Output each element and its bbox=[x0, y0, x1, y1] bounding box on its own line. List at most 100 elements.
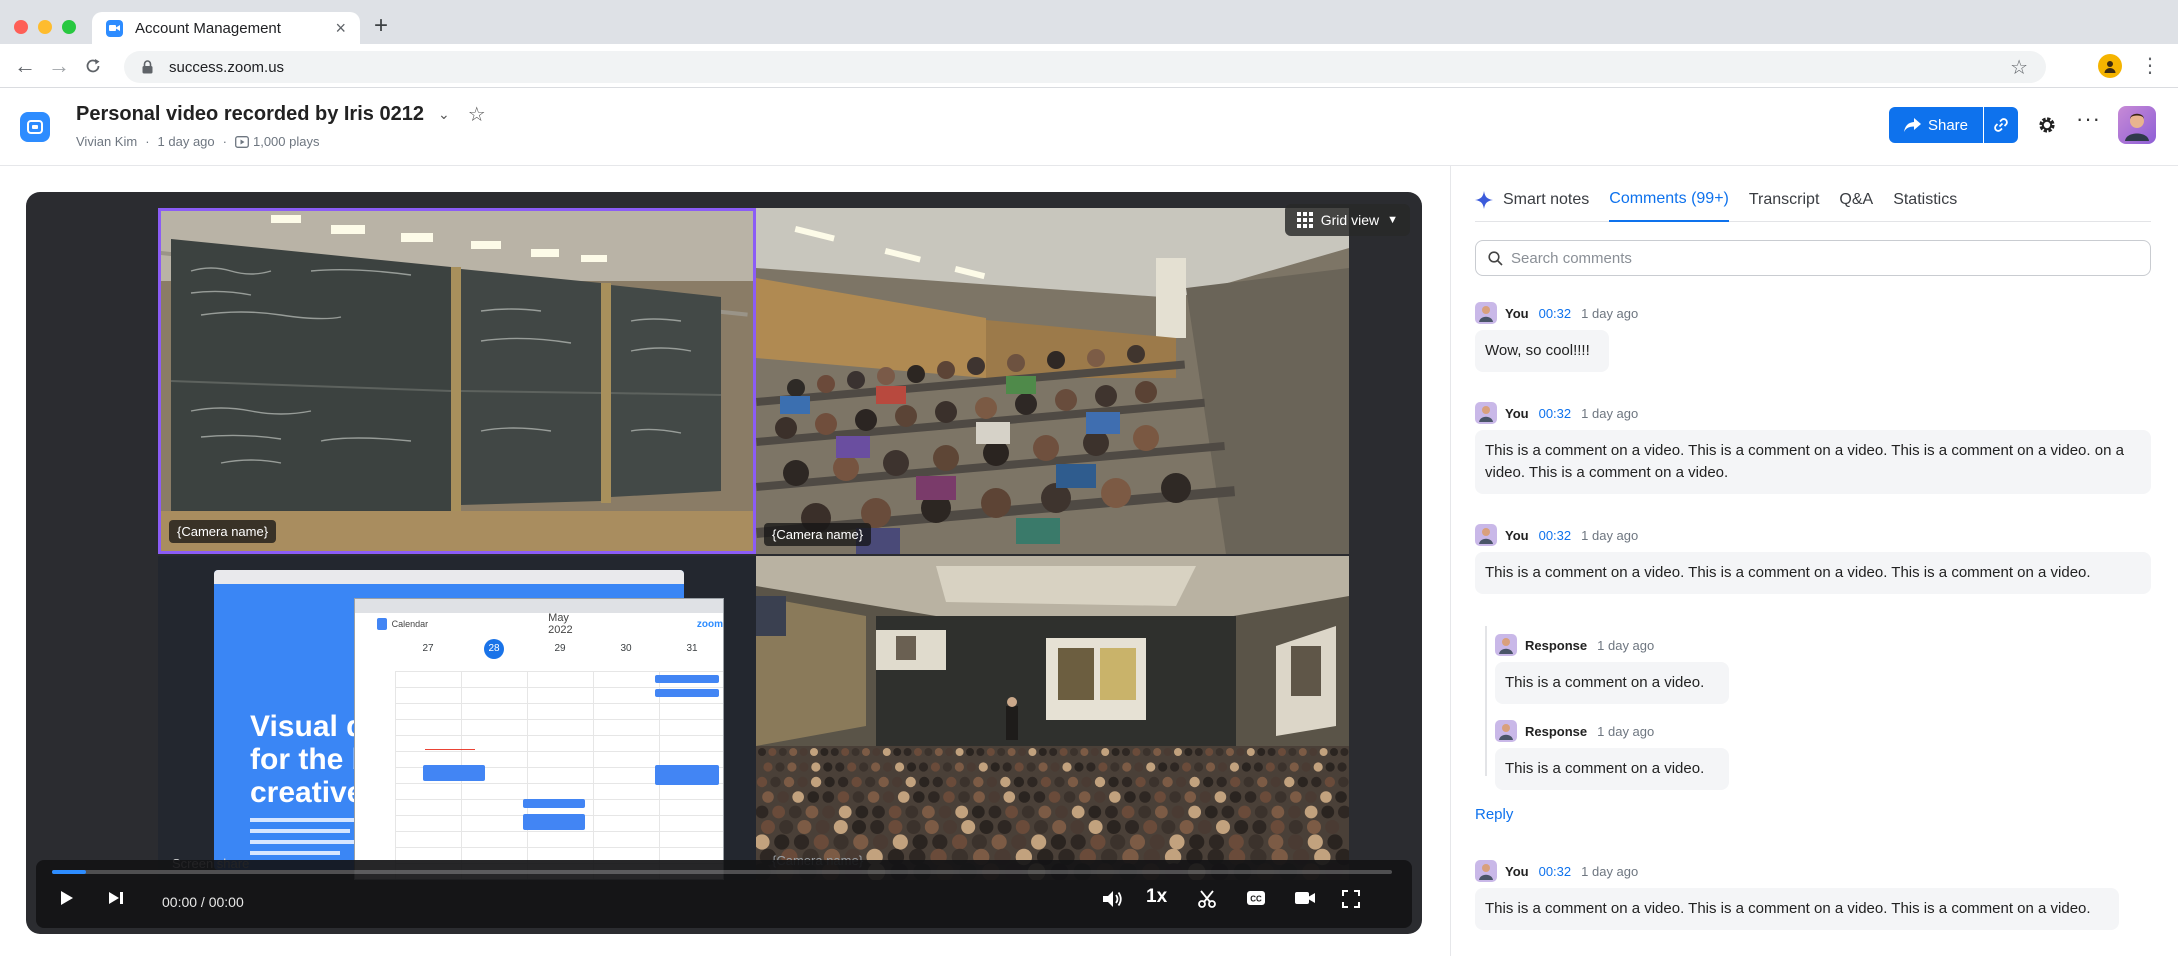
audience-member bbox=[1229, 791, 1242, 803]
new-tab-icon[interactable]: + bbox=[374, 14, 388, 38]
audience-member bbox=[1086, 762, 1096, 772]
play-icon[interactable] bbox=[60, 890, 74, 906]
url-field[interactable]: success.zoom.us ☆ bbox=[124, 51, 2046, 83]
progress-bar[interactable] bbox=[52, 870, 1392, 874]
tab-smart-notes[interactable]: Smart notes bbox=[1475, 178, 1589, 222]
audience-member bbox=[837, 776, 849, 788]
audience-member bbox=[777, 791, 789, 803]
minimize-window-button[interactable] bbox=[38, 20, 52, 34]
user-avatar[interactable] bbox=[2118, 106, 2156, 144]
audience-member bbox=[813, 834, 829, 850]
audience-member bbox=[841, 748, 850, 756]
audience-member bbox=[1215, 748, 1224, 756]
settings-gear-icon[interactable] bbox=[2032, 110, 2062, 140]
browser-menu-icon[interactable]: ⋮ bbox=[2140, 52, 2160, 80]
share-button[interactable]: Share bbox=[1889, 107, 1983, 143]
comments-panel: Smart notes Comments (99+) Transcript Q&… bbox=[1450, 166, 2178, 956]
close-window-button[interactable] bbox=[14, 20, 28, 34]
camera-tile-lecture-hall[interactable]: {Camera name} bbox=[756, 208, 1349, 554]
audience-member bbox=[966, 762, 976, 772]
camera-tile-chalkboard[interactable]: {Camera name} bbox=[158, 208, 756, 554]
volume-icon[interactable] bbox=[1102, 890, 1124, 908]
audience-member bbox=[912, 834, 928, 850]
plays-icon bbox=[235, 135, 249, 148]
screen-share-tile[interactable]: Visual d for the b creative Calendar May… bbox=[158, 556, 756, 880]
audience-member bbox=[1007, 748, 1016, 756]
tab-transcript[interactable]: Transcript bbox=[1749, 178, 1820, 222]
audience-member bbox=[793, 834, 810, 850]
back-icon[interactable]: ← bbox=[14, 52, 36, 80]
audience-member bbox=[882, 748, 891, 756]
comment-header: You 00:32 1 day ago bbox=[1475, 860, 1638, 882]
audience-member bbox=[758, 748, 766, 756]
recording-meta: Vivian Kim · 1 day ago · 1,000 plays bbox=[76, 134, 319, 149]
camera-tile-auditorium[interactable]: {Camera name} bbox=[756, 556, 1349, 880]
reply-link[interactable]: Reply bbox=[1475, 806, 1513, 823]
audience-member bbox=[1105, 805, 1118, 819]
audience-member bbox=[1267, 748, 1276, 756]
audience-member bbox=[955, 805, 969, 819]
skip-next-icon[interactable] bbox=[108, 890, 124, 906]
audience-member bbox=[1015, 820, 1030, 834]
fullscreen-icon[interactable] bbox=[1342, 890, 1360, 908]
commenter-name: You bbox=[1505, 305, 1529, 321]
audience-member bbox=[1238, 805, 1251, 819]
camera-name-label: {Camera name} bbox=[764, 523, 872, 546]
audience-member bbox=[1226, 748, 1234, 756]
reload-icon[interactable] bbox=[84, 52, 102, 82]
close-tab-icon[interactable]: × bbox=[335, 19, 346, 37]
chevron-down-icon: ▼ bbox=[1387, 214, 1398, 226]
closed-captions-icon[interactable]: CC bbox=[1246, 890, 1266, 906]
bookmark-star-icon[interactable]: ☆ bbox=[2010, 55, 2028, 80]
camera-video-icon[interactable] bbox=[1294, 890, 1316, 906]
commenter-name: You bbox=[1505, 527, 1529, 543]
audience-member bbox=[1081, 776, 1092, 788]
grid-view-button[interactable]: Grid view ▼ bbox=[1284, 204, 1410, 236]
audience-member bbox=[1301, 762, 1311, 772]
trim-scissors-icon[interactable] bbox=[1198, 890, 1216, 908]
favorite-star-icon[interactable]: ☆ bbox=[468, 102, 486, 127]
audience-member bbox=[1013, 776, 1025, 788]
audience-member bbox=[1062, 762, 1072, 772]
audience-member bbox=[852, 791, 865, 803]
audience-member bbox=[1071, 805, 1085, 819]
tab-title: Account Management bbox=[135, 19, 281, 37]
browser-tab[interactable]: Account Management × bbox=[92, 12, 360, 44]
comment-timestamp-link[interactable]: 00:32 bbox=[1539, 406, 1572, 421]
forward-icon[interactable]: → bbox=[48, 52, 70, 80]
tab-qa[interactable]: Q&A bbox=[1839, 178, 1873, 222]
audience-member bbox=[1052, 820, 1067, 834]
search-comments-input[interactable] bbox=[1511, 249, 2138, 267]
calendar-day-number: 29 bbox=[554, 643, 566, 654]
audience-member bbox=[892, 776, 903, 788]
comment-timestamp-link[interactable]: 00:32 bbox=[1539, 864, 1572, 879]
audience-member bbox=[1184, 748, 1193, 756]
video-player[interactable]: {Camera name} {Camera name} Visual for t… bbox=[26, 192, 1422, 934]
tab-comments[interactable]: Comments (99+) bbox=[1609, 178, 1729, 222]
audience-member bbox=[1093, 791, 1106, 803]
tab-statistics[interactable]: Statistics bbox=[1893, 178, 1957, 222]
audience-member bbox=[1149, 834, 1165, 850]
comment-text: This is a comment on a video. This is a … bbox=[1475, 888, 2119, 930]
more-options-icon[interactable]: ··· bbox=[2076, 106, 2101, 132]
maximize-window-button[interactable] bbox=[62, 20, 76, 34]
audience-member bbox=[871, 762, 881, 772]
shared-page-headline: Visual d for the b creative bbox=[250, 710, 370, 809]
calendar-day-number: 27 bbox=[422, 643, 434, 654]
playback-time: 00:00 / 00:00 bbox=[162, 894, 244, 910]
zoom-clips-logo-icon[interactable] bbox=[20, 112, 50, 142]
title-chevron-down-icon[interactable]: ⌄ bbox=[438, 106, 450, 123]
browser-profile-icon[interactable] bbox=[2098, 54, 2122, 78]
copy-link-button[interactable] bbox=[1984, 107, 2018, 143]
audience-member bbox=[918, 762, 929, 772]
comment-timestamp-link[interactable]: 00:32 bbox=[1539, 528, 1572, 543]
comment-timestamp-link[interactable]: 00:32 bbox=[1539, 306, 1572, 321]
playback-speed-button[interactable]: 1x bbox=[1146, 886, 1167, 908]
audience-member bbox=[862, 748, 870, 756]
audience-member bbox=[1154, 805, 1168, 819]
audience-member bbox=[1288, 805, 1301, 819]
audience-member bbox=[1169, 791, 1181, 803]
zoom-favicon-icon bbox=[106, 19, 123, 37]
audience-member bbox=[1124, 791, 1136, 803]
audience-member bbox=[772, 805, 786, 819]
